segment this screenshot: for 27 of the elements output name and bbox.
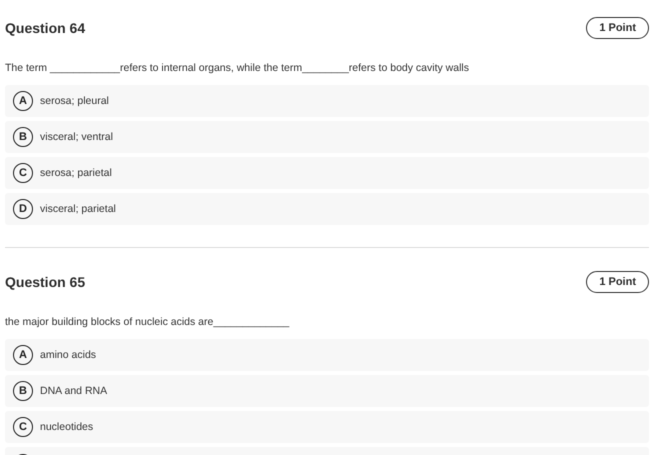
points-badge: 1 Point	[586, 17, 649, 39]
option-letter: C	[13, 417, 33, 437]
answer-option[interactable]: A amino acids	[5, 339, 649, 371]
option-letter: B	[13, 127, 33, 147]
option-text: serosa; pleural	[40, 95, 109, 107]
points-badge: 1 Point	[586, 271, 649, 293]
answer-option[interactable]: B visceral; ventral	[5, 121, 649, 153]
option-letter: A	[13, 91, 33, 111]
option-text: visceral; ventral	[40, 131, 113, 143]
option-text: visceral; parietal	[40, 203, 116, 215]
option-text: amino acids	[40, 349, 96, 361]
answer-option[interactable]: C serosa; parietal	[5, 157, 649, 189]
option-letter: A	[13, 345, 33, 365]
option-letter: C	[13, 163, 33, 183]
answer-option[interactable]: C nucleotides	[5, 411, 649, 443]
option-text: nucleotides	[40, 421, 94, 433]
option-letter: B	[13, 381, 33, 401]
question-title: Question 65	[5, 274, 86, 290]
answer-option[interactable]: A serosa; pleural	[5, 85, 649, 117]
answer-option[interactable]: B DNA and RNA	[5, 375, 649, 407]
answer-option[interactable]: D visceral; parietal	[5, 193, 649, 225]
option-letter: D	[13, 199, 33, 219]
option-text: DNA and RNA	[40, 385, 108, 397]
option-text: serosa; parietal	[40, 167, 112, 179]
question-title: Question 64	[5, 20, 86, 36]
question-text: The term ____________refers to internal organs, while the term________refers to body cavity walls	[5, 62, 470, 74]
question-text: the major building blocks of nucleic acids are_____________	[5, 316, 290, 328]
